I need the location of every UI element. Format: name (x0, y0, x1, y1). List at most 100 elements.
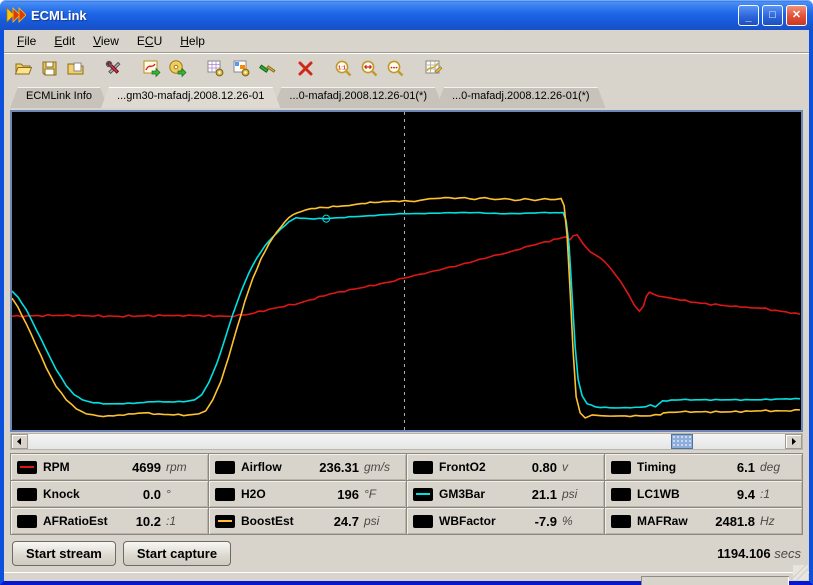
trace-swatch (215, 515, 235, 528)
repair-tool-button[interactable] (254, 56, 280, 80)
tab-bar: ECMLink Info ...gm30-mafadj.2008.12.26-0… (4, 82, 809, 108)
parameter-grid: RPM4699rpm Airflow236.31gm/s FrontO20.80… (10, 453, 803, 535)
grid-cell-fronto2[interactable]: FrontO20.80v (407, 454, 604, 480)
tab-log-2[interactable]: ...0-mafadj.2008.12.26-01(*) (273, 87, 443, 108)
log-settings-button[interactable] (202, 56, 228, 80)
zoom-custom-button[interactable] (382, 56, 408, 80)
grid-cell-timing[interactable]: Timing6.1deg (605, 454, 802, 480)
param-label: MAFRaw (637, 514, 688, 528)
trace-swatch (17, 515, 37, 528)
param-value: 9.4 (680, 487, 755, 502)
param-unit: psi (562, 487, 598, 501)
grid-cell-h2o[interactable]: H2O196°F (209, 481, 406, 507)
title-bar[interactable]: ECMLink _ □ ✕ (0, 0, 813, 30)
grid-cell-wbfactor[interactable]: WBFactor-7.9% (407, 508, 604, 534)
datalog-chart[interactable] (10, 110, 803, 432)
toolbar: 1:1 (4, 53, 809, 82)
close-button[interactable]: ✕ (786, 5, 807, 26)
close-file-button[interactable] (62, 56, 88, 80)
folder-file-icon (66, 59, 85, 78)
param-unit: ° (166, 487, 202, 501)
menu-file[interactable]: File (8, 31, 45, 51)
arrow-left-icon (16, 438, 23, 445)
scroll-left-button[interactable] (11, 434, 28, 449)
save-file-button[interactable] (36, 56, 62, 80)
param-value: 0.0 (80, 487, 161, 502)
close-icon: ✕ (792, 10, 801, 21)
param-unit: :1 (760, 487, 796, 501)
elapsed-time: 1194.106 secs (717, 546, 801, 561)
tab-log-3[interactable]: ...0-mafadj.2008.12.26-01(*) (436, 87, 606, 108)
screwdriver-icon (258, 59, 277, 78)
scrollbar-thumb[interactable] (671, 434, 693, 449)
trace-rpm (12, 235, 800, 317)
menu-help[interactable]: Help (171, 31, 214, 51)
export-data-cd-button[interactable] (164, 56, 190, 80)
menu-edit[interactable]: Edit (45, 31, 84, 51)
status-progress-field (641, 576, 789, 585)
scroll-right-button[interactable] (785, 434, 802, 449)
maximize-icon: □ (769, 10, 776, 21)
zoom-one-to-one-button[interactable]: 1:1 (330, 56, 356, 80)
param-value: 196 (266, 487, 359, 502)
grid-cell-rpm[interactable]: RPM4699rpm (11, 454, 208, 480)
menu-view[interactable]: View (84, 31, 128, 51)
table-display-gear-icon (232, 59, 251, 78)
param-value: 24.7 (294, 514, 359, 529)
grid-cell-mafraw[interactable]: MAFRaw2481.8Hz (605, 508, 802, 534)
tab-ecmlink-info[interactable]: ECMLink Info (10, 87, 108, 108)
param-label: FrontO2 (439, 460, 486, 474)
tab-log-1-active[interactable]: ...gm30-mafadj.2008.12.26-01 (101, 87, 280, 108)
menu-bar: File Edit View ECU Help (4, 30, 809, 53)
display-settings-button[interactable] (228, 56, 254, 80)
param-unit: Hz (760, 514, 796, 528)
start-capture-button[interactable]: Start capture (123, 541, 231, 566)
time-unit: secs (774, 546, 801, 561)
trace-swatch (215, 488, 235, 501)
resize-grip[interactable] (793, 565, 808, 580)
trace-boostest (12, 198, 800, 418)
param-unit: v (562, 460, 598, 474)
param-label: WBFactor (439, 514, 496, 528)
open-file-button[interactable] (10, 56, 36, 80)
param-unit: gm/s (364, 460, 400, 474)
param-label: BoostEst (241, 514, 294, 528)
scrollbar-track[interactable] (28, 434, 785, 449)
arrow-right-icon (790, 438, 797, 445)
grid-cell-gm3bar[interactable]: GM3Bar21.1psi (407, 481, 604, 507)
start-stream-button[interactable]: Start stream (12, 541, 116, 566)
table-edit-icon (424, 59, 443, 78)
param-unit: rpm (166, 460, 202, 474)
trace-gm3bar (12, 212, 800, 408)
window-title: ECMLink (31, 8, 735, 23)
grid-cell-boostest[interactable]: BoostEst24.7psi (209, 508, 406, 534)
maximize-button[interactable]: □ (762, 5, 783, 26)
param-unit: :1 (166, 514, 202, 528)
settings-tools-button[interactable] (100, 56, 126, 80)
grid-cell-airflow[interactable]: Airflow236.31gm/s (209, 454, 406, 480)
save-floppy-icon (40, 59, 59, 78)
param-label: LC1WB (637, 487, 680, 501)
menu-ecu[interactable]: ECU (128, 31, 171, 51)
grid-cell-knock[interactable]: Knock0.0° (11, 481, 208, 507)
export-image-button[interactable] (138, 56, 164, 80)
minimize-icon: _ (745, 12, 751, 23)
minimize-button[interactable]: _ (738, 5, 759, 26)
controls-row: Start stream Start capture 1194.106 secs (12, 538, 801, 569)
param-unit: deg (760, 460, 796, 474)
cd-export-icon (168, 59, 187, 78)
tools-icon (104, 59, 123, 78)
trace-swatch (611, 461, 631, 474)
table-tools-button[interactable] (420, 56, 446, 80)
grid-cell-lc1wb[interactable]: LC1WB9.4 :1 (605, 481, 802, 507)
chart-export-icon (142, 59, 161, 78)
param-value: 10.2 (108, 514, 161, 529)
trace-swatch (413, 488, 433, 501)
zoom-fit-horizontal-button[interactable] (356, 56, 382, 80)
magnifier-dots-icon (386, 59, 405, 78)
red-x-icon (296, 59, 315, 78)
delete-button[interactable] (292, 56, 318, 80)
grid-cell-afratioest[interactable]: AFRatioEst10.2:1 (11, 508, 208, 534)
param-value: -7.9 (496, 514, 557, 529)
param-label: GM3Bar (439, 487, 485, 501)
